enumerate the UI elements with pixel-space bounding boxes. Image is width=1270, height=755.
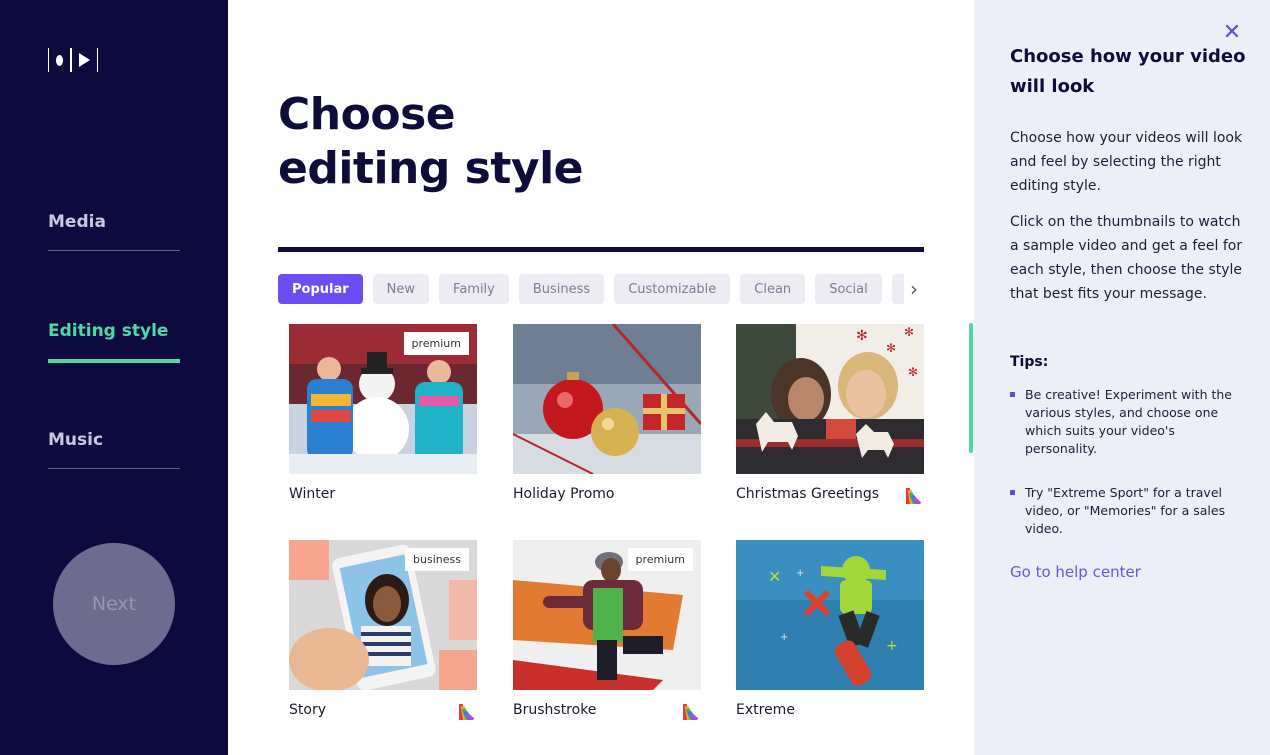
thumbnail-story[interactable]: business [289, 540, 477, 690]
logo-bar [96, 48, 99, 72]
style-label: Brushstroke [513, 702, 597, 718]
help-center-link[interactable]: Go to help center [1010, 563, 1141, 581]
svg-text:✻: ✻ [886, 341, 896, 355]
nav-item-music[interactable]: Music [48, 430, 180, 469]
filter-tab-business[interactable]: Business [518, 274, 605, 304]
logo-dot [56, 54, 64, 66]
style-card-winter[interactable]: premium Winter [289, 324, 477, 502]
tips-heading: Tips: [1010, 354, 1049, 370]
close-icon[interactable]: ✕ [1220, 20, 1244, 45]
style-label: Winter [289, 486, 336, 502]
thumbnail-extreme[interactable]: ✕ + + + [736, 540, 924, 690]
premium-badge: premium [627, 548, 693, 571]
logo-bar [70, 48, 72, 72]
nav-item-media[interactable]: Media [48, 212, 180, 251]
tip-item: Try "Extreme Sport" for a travel video, … [1010, 484, 1246, 538]
style-card-brushstroke[interactable]: premium Brushstroke [513, 540, 701, 720]
filter-tab-family[interactable]: Family [439, 274, 509, 304]
style-label: Christmas Greetings [736, 486, 879, 502]
thumbnail-brushstroke[interactable]: premium [513, 540, 701, 690]
filter-tab-social[interactable]: Social [815, 274, 882, 304]
logo-bar [48, 48, 50, 72]
tip-item: Be creative! Experiment with the various… [1010, 386, 1246, 458]
palette-icon [906, 488, 922, 504]
filter-tab-customizable[interactable]: Customizable [614, 274, 731, 304]
style-card-holiday-promo[interactable]: Holiday Promo [513, 324, 701, 502]
page-title-line2: editing style [278, 143, 584, 194]
style-card-christmas-greetings[interactable]: ✻ ✻ ✻ ✻ Christmas Greetings [736, 324, 924, 504]
title-divider [278, 247, 924, 252]
style-card-story[interactable]: business Story [289, 540, 477, 720]
next-button[interactable]: Next [53, 543, 175, 665]
thumbnail-holiday-promo[interactable] [513, 324, 701, 474]
thumbnail-winter[interactable]: premium [289, 324, 477, 474]
scroll-indicator[interactable] [969, 323, 973, 453]
chevron-right-icon[interactable]: › [904, 274, 924, 304]
style-filter-tabs: Popular New Family Business Customizable… [278, 274, 924, 304]
thumbnail-christmas-greetings[interactable]: ✻ ✻ ✻ ✻ [736, 324, 924, 474]
style-label: Story [289, 702, 326, 718]
main-content: Choose editing style Popular New Family … [228, 0, 974, 755]
style-card-extreme[interactable]: ✕ + + + Extreme [736, 540, 924, 718]
svg-text:+: + [796, 568, 804, 579]
style-label: Holiday Promo [513, 486, 615, 502]
app-logo[interactable] [48, 48, 99, 72]
filter-tab-clean[interactable]: Clean [740, 274, 806, 304]
help-paragraph: Click on the thumbnails to watch a sampl… [1010, 214, 1243, 302]
svg-text:✕: ✕ [768, 567, 781, 586]
help-panel: ✕ Choose how your video will look Choose… [974, 0, 1270, 755]
nav-item-editing-style[interactable]: Editing style [48, 321, 180, 363]
logo-play-icon [78, 53, 90, 67]
style-grid: premium Winter Holiday Promo ✻ ✻ ✻ ✻ Chr… [289, 324, 925, 744]
sidebar: Media Editing style Music Next [0, 0, 228, 755]
help-title: Choose how your video will look [1010, 46, 1246, 97]
style-label: Extreme [736, 702, 795, 718]
help-paragraph: Choose how your videos will look and fee… [1010, 130, 1243, 194]
filter-tab-popular[interactable]: Popular [278, 274, 363, 304]
business-badge: business [405, 548, 469, 571]
svg-text:+: + [886, 638, 898, 654]
premium-badge: premium [403, 332, 469, 355]
page-title: Choose editing style [278, 88, 878, 196]
palette-icon [683, 704, 699, 720]
palette-icon [459, 704, 475, 720]
svg-text:✻: ✻ [856, 328, 868, 344]
filter-tab-new[interactable]: New [372, 274, 430, 304]
svg-text:+: + [780, 632, 788, 643]
page-title-line1: Choose [278, 89, 456, 140]
svg-text:✻: ✻ [904, 325, 914, 339]
svg-text:✻: ✻ [908, 365, 918, 379]
